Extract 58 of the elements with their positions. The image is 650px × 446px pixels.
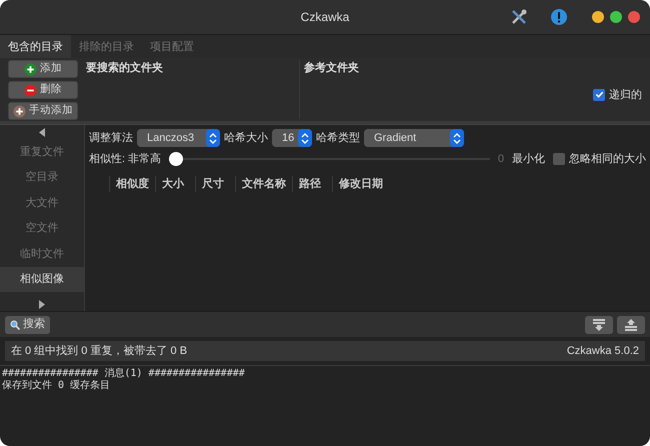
version-label: Czkawka 5.0.2: [566, 344, 639, 359]
sidebar-item[interactable]: 空目录: [0, 164, 84, 190]
log-line: ################ 消息(1) ################: [1, 368, 246, 380]
column-header[interactable]: 大小: [155, 176, 195, 192]
info-icon[interactable]: [550, 8, 568, 26]
directory-button[interactable]: 删除: [8, 81, 78, 99]
option-label: 哈希大小: [224, 130, 268, 146]
option-label: 哈希类型: [316, 130, 360, 146]
chevron-icon: [301, 132, 309, 144]
column-header[interactable]: 修改日期: [332, 176, 392, 192]
slider-value: 0: [498, 152, 504, 167]
tab[interactable]: 项目配置: [142, 35, 202, 58]
log-line: 保存到文件 0 缓存条目: [1, 380, 112, 392]
checkbox-label: 递归的: [609, 88, 642, 102]
checkbox[interactable]: [593, 88, 605, 101]
tab[interactable]: 排除的目录: [71, 35, 142, 58]
plus-icon: [24, 62, 37, 76]
chevron-icon: [209, 132, 217, 144]
column-header: 要搜索的文件夹: [86, 62, 163, 74]
load-button[interactable]: [617, 316, 645, 334]
sidebar-item[interactable]: 大文件: [0, 190, 84, 216]
option-label: 调整算法: [89, 130, 133, 146]
column-header[interactable]: 尺寸: [195, 176, 235, 192]
slider-label: 相似性: 非常高: [89, 152, 162, 167]
search-icon: [10, 320, 20, 330]
left-arrow-icon[interactable]: [39, 128, 45, 136]
directory-button[interactable]: 手动添加: [8, 102, 78, 120]
column-header[interactable]: 路径: [292, 176, 332, 192]
minus-icon: [24, 84, 37, 96]
slider-end-label: 最小化: [512, 152, 545, 167]
close-button[interactable]: [628, 11, 640, 23]
column-header[interactable]: 文件名称: [235, 176, 292, 192]
sidebar-item[interactable]: 相似图像: [0, 266, 84, 292]
status-message: 在 0 组中找到 0 重复，被带去了 0 B: [11, 344, 188, 359]
plus-icon: [13, 104, 26, 118]
dropdown[interactable]: Gradient: [364, 129, 464, 147]
sidebar-item[interactable]: 临时文件: [0, 241, 84, 266]
slider-thumb[interactable]: [169, 152, 184, 166]
maximize-button[interactable]: [610, 11, 622, 23]
right-arrow-icon[interactable]: [39, 300, 45, 308]
column-header: 参考文件夹: [304, 60, 359, 76]
tools-icon[interactable]: [510, 8, 528, 26]
window-title: Czkawka: [300, 9, 350, 26]
column-header[interactable]: 相似度: [109, 176, 155, 192]
tab[interactable]: 包含的目录: [0, 35, 71, 58]
search-button[interactable]: 搜索: [5, 316, 50, 334]
download-icon: [593, 318, 605, 330]
directory-button[interactable]: 添加: [8, 60, 78, 78]
upload-icon: [625, 318, 637, 330]
sidebar-item[interactable]: 重复文件: [0, 139, 84, 164]
checkbox[interactable]: [553, 153, 565, 166]
chevron-icon: [453, 132, 461, 144]
checkbox-label: 忽略相同的大小: [569, 152, 646, 167]
dropdown[interactable]: Lanczos3: [137, 129, 220, 147]
save-button[interactable]: [585, 316, 613, 334]
dropdown[interactable]: 16: [272, 129, 312, 147]
minimize-button[interactable]: [592, 11, 604, 23]
sidebar-item[interactable]: 空文件: [0, 216, 84, 241]
